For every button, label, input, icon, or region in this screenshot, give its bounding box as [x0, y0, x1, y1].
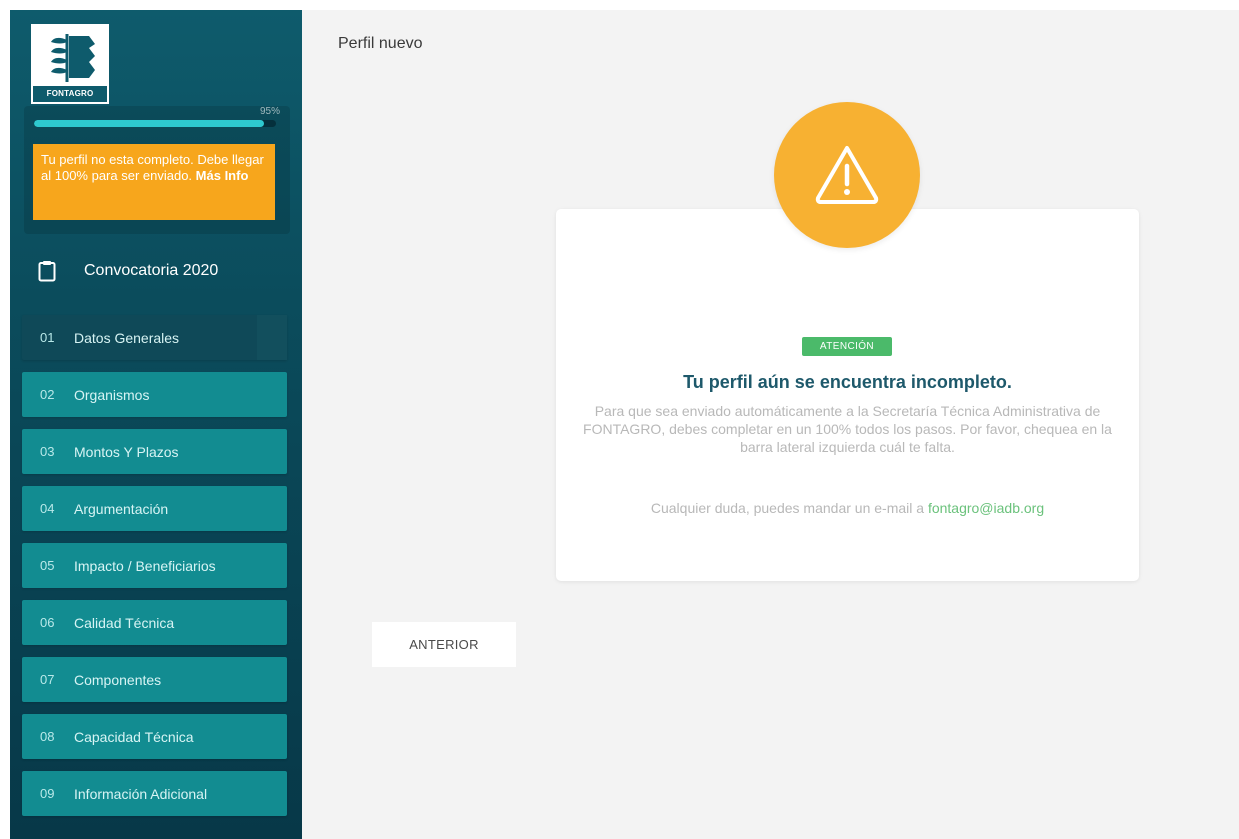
contact-line: Cualquier duda, puedes mandar un e-mail …	[556, 500, 1139, 516]
clipboard-icon	[38, 261, 56, 282]
active-step-indicator	[257, 315, 287, 360]
step-calidad-tecnica[interactable]: 06 Calidad Técnica	[22, 600, 287, 645]
alert-badge	[774, 102, 920, 248]
step-label: Componentes	[74, 671, 162, 688]
contact-prefix: Cualquier duda, puedes mandar un e-mail …	[650, 500, 925, 516]
step-label: Calidad Técnica	[74, 614, 175, 631]
warning-triangle-icon	[815, 146, 879, 204]
more-info-link[interactable]: Más Info	[196, 168, 249, 183]
logo-text: FONTAGRO	[33, 86, 107, 102]
step-number: 02	[40, 387, 55, 402]
previous-button[interactable]: ANTERIOR	[372, 622, 516, 667]
sidebar: FONTAGRO 95% Tu perfil no esta completo.…	[10, 10, 302, 839]
progress-fill	[34, 120, 264, 127]
step-number: 07	[40, 672, 55, 687]
profile-progress-panel: 95% Tu perfil no esta completo. Debe lle…	[24, 106, 290, 234]
step-informacion-adicional[interactable]: 09 Información Adicional	[22, 771, 287, 816]
convocatoria-label: Convocatoria 2020	[84, 262, 219, 279]
progress-bar	[34, 120, 276, 127]
step-label: Montos Y Plazos	[74, 443, 179, 460]
step-componentes[interactable]: 07 Componentes	[22, 657, 287, 702]
step-number: 03	[40, 444, 55, 459]
step-number: 04	[40, 501, 55, 516]
step-number: 08	[40, 729, 55, 744]
main-content: Perfil nuevo ATENCIÓN Tu perfil aún se e…	[302, 10, 1239, 839]
fontagro-logo[interactable]: FONTAGRO	[31, 24, 109, 104]
wheat-logo-icon	[39, 30, 97, 84]
step-label: Capacidad Técnica	[74, 728, 194, 745]
step-number: 05	[40, 558, 55, 573]
step-argumentacion[interactable]: 04 Argumentación	[22, 486, 287, 531]
progress-label: 95%	[259, 106, 280, 117]
incomplete-warning: Tu perfil no esta completo. Debe llegar …	[33, 144, 275, 220]
step-label: Datos Generales	[74, 329, 180, 346]
step-montos-y-plazos[interactable]: 03 Montos Y Plazos	[22, 429, 287, 474]
card-message: Para que sea enviado automáticamente a l…	[583, 403, 1112, 455]
incomplete-profile-card	[556, 209, 1139, 581]
card-title: Tu perfil aún se encuentra incompleto.	[683, 372, 1012, 392]
step-capacidad-tecnica[interactable]: 08 Capacidad Técnica	[22, 714, 287, 759]
step-label: Argumentación	[74, 500, 169, 517]
step-number: 09	[40, 786, 55, 801]
step-organismos[interactable]: 02 Organismos	[22, 372, 287, 417]
step-number: 06	[40, 615, 55, 630]
step-label: Información Adicional	[74, 785, 208, 802]
step-label: Organismos	[74, 386, 150, 403]
step-impacto-beneficiarios[interactable]: 05 Impacto / Beneficiarios	[22, 543, 287, 588]
attention-badge: ATENCIÓN	[802, 337, 892, 356]
step-number: 01	[40, 330, 55, 345]
page-title: Perfil nuevo	[338, 35, 423, 52]
convocatoria-header: Convocatoria 2020	[38, 256, 218, 286]
contact-email-link[interactable]: fontagro@iadb.org	[928, 500, 1044, 516]
step-datos-generales[interactable]: 01 Datos Generales	[22, 315, 287, 360]
step-label: Impacto / Beneficiarios	[74, 557, 216, 574]
